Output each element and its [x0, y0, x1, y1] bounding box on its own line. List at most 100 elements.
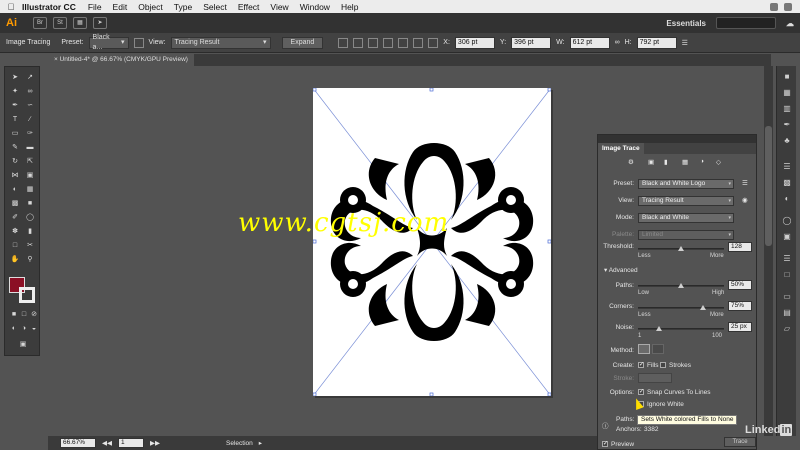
preset-select[interactable]: Black and White Logo ▾	[638, 179, 734, 189]
control-preset-select[interactable]: Black a... ▾	[88, 34, 129, 51]
fills-checkbox[interactable]: ✓	[638, 362, 644, 368]
black-and-white-icon[interactable]: ◑	[700, 158, 704, 165]
layers-icon[interactable]: ☰	[782, 254, 792, 264]
artboard-number-input[interactable]: 1	[118, 438, 144, 448]
traced-artwork[interactable]	[313, 88, 551, 396]
align-right-icon[interactable]	[368, 37, 379, 48]
shape-builder-tool-icon[interactable]: ◐	[9, 185, 21, 195]
y-input[interactable]: 396 pt	[511, 36, 552, 49]
swatches-icon[interactable]: ▥	[782, 104, 792, 114]
corners-slider-thumb[interactable]	[699, 305, 706, 310]
appearance-icon[interactable]: ◯	[782, 216, 792, 226]
pen-tool-icon[interactable]: ✒	[9, 101, 21, 111]
color-panel-icon[interactable]: ■	[782, 72, 792, 82]
align-icon[interactable]: ▭	[782, 292, 792, 302]
threshold-slider-thumb[interactable]	[678, 246, 684, 251]
preset-menu-icon[interactable]: ☰	[742, 179, 748, 187]
zoom-tool-icon[interactable]: ⚲	[24, 255, 36, 265]
width-tool-icon[interactable]: ⋈	[9, 171, 21, 181]
lasso-tool-icon[interactable]: ∞	[24, 87, 36, 97]
selection-tool-icon[interactable]: ➤	[9, 73, 21, 83]
view-source-eye-icon[interactable]: ◉	[742, 196, 748, 204]
link-icon[interactable]: ∞	[615, 39, 620, 46]
first-artboard-icon[interactable]: ◀◀	[102, 439, 112, 447]
low-color-icon[interactable]: ▮	[664, 158, 668, 166]
none-mode-icon[interactable]: ⊘	[28, 310, 40, 320]
screen-mode-icon[interactable]: ▣	[17, 340, 29, 350]
control-view-select[interactable]: Tracing Result ▾	[170, 36, 271, 49]
menu-select[interactable]: Select	[203, 2, 227, 12]
brushes-icon[interactable]: ✒	[782, 120, 792, 130]
align-middle-icon[interactable]	[398, 37, 409, 48]
blend-tool-icon[interactable]: ◯	[24, 213, 36, 223]
stock-search-input[interactable]	[716, 17, 776, 29]
view-select[interactable]: Tracing Result ▾	[638, 196, 734, 206]
auto-color-icon[interactable]: ⚙	[628, 158, 634, 166]
rectangle-tool-icon[interactable]: ▭	[9, 129, 21, 139]
menu-object[interactable]: Object	[138, 2, 163, 12]
noise-slider-thumb[interactable]	[655, 326, 662, 331]
symbol-sprayer-tool-icon[interactable]: ✽	[9, 227, 21, 237]
perspective-grid-tool-icon[interactable]: ▦	[24, 185, 36, 195]
symbols-icon[interactable]: ♣	[782, 136, 792, 146]
line-tool-icon[interactable]: ∕	[24, 115, 36, 125]
menu-window[interactable]: Window	[300, 2, 330, 12]
grayscale-icon[interactable]: ▦	[682, 158, 688, 166]
stroke-icon[interactable]: ☰	[782, 162, 792, 172]
zoom-input[interactable]: 66.67%	[60, 438, 96, 448]
graphic-styles-icon[interactable]: ▣	[782, 232, 792, 242]
panel-menu-icon[interactable]: ☰	[682, 39, 688, 47]
noise-input[interactable]: 25 px	[728, 322, 752, 332]
hand-tool-icon[interactable]: ✋	[9, 255, 21, 265]
align-center-icon[interactable]	[353, 37, 364, 48]
align-top-icon[interactable]	[383, 37, 394, 48]
close-icon[interactable]: ×	[54, 56, 58, 63]
x-input[interactable]: 306 pt	[454, 36, 495, 49]
artboard[interactable]	[313, 88, 551, 396]
curvature-tool-icon[interactable]: ∽	[24, 101, 36, 111]
rotate-tool-icon[interactable]: ↻	[9, 157, 21, 167]
paintbrush-tool-icon[interactable]: ✑	[24, 129, 36, 139]
stock-icon[interactable]: St	[53, 17, 67, 29]
canvas-vertical-scrollbar[interactable]	[764, 66, 773, 436]
free-transform-tool-icon[interactable]: ▣	[24, 171, 36, 181]
menu-help[interactable]: Help	[341, 2, 358, 12]
slice-tool-icon[interactable]: ✂	[24, 241, 36, 251]
w-input[interactable]: 612 pt	[569, 36, 610, 49]
document-tab[interactable]: × Untitled-4* @ 66.67% (CMYK/GPU Preview…	[48, 54, 194, 66]
paths-slider[interactable]	[638, 283, 724, 288]
apple-icon[interactable]: 	[0, 2, 22, 12]
creative-cloud-icon[interactable]: ☁	[786, 19, 794, 28]
transparency-icon[interactable]: ◐	[782, 194, 792, 204]
status-icon[interactable]	[784, 2, 792, 11]
gradient-icon[interactable]: ▩	[782, 178, 792, 188]
pathfinder-icon[interactable]: ▱	[782, 324, 792, 334]
h-input[interactable]: 792 pt	[636, 36, 677, 49]
expand-button[interactable]: Expand	[281, 36, 324, 49]
gradient-tool-icon[interactable]: ■	[24, 199, 36, 209]
artboards-icon[interactable]: □	[782, 270, 792, 280]
app-menu[interactable]: Illustrator CC	[22, 2, 76, 12]
menu-edit[interactable]: Edit	[113, 2, 128, 12]
magic-wand-tool-icon[interactable]: ✦	[9, 87, 21, 97]
align-left-icon[interactable]	[338, 37, 349, 48]
type-tool-icon[interactable]: T	[9, 115, 21, 125]
method-abutting-icon[interactable]	[638, 344, 650, 354]
draw-inside-icon[interactable]: ◒	[28, 324, 40, 334]
threshold-slider[interactable]	[638, 246, 724, 251]
eraser-tool-icon[interactable]: ▬	[24, 143, 36, 153]
corners-slider[interactable]	[638, 305, 724, 310]
color-guide-icon[interactable]: ▦	[782, 88, 792, 98]
menu-type[interactable]: Type	[174, 2, 192, 12]
next-artboard-icon[interactable]: ▶▶	[150, 439, 160, 447]
column-graph-tool-icon[interactable]: ▮	[24, 227, 36, 237]
bridge-icon[interactable]: Br	[33, 17, 47, 29]
threshold-input[interactable]: 128	[728, 242, 752, 252]
method-overlapping-icon[interactable]	[652, 344, 664, 354]
status-icon[interactable]	[770, 2, 778, 11]
image-trace-panel-icon[interactable]	[133, 37, 144, 48]
panel-header-bar[interactable]	[598, 135, 756, 143]
arrange-documents-icon[interactable]: ▦	[73, 17, 87, 29]
status-selection-label[interactable]: Selection	[226, 440, 253, 447]
stroke-swatch[interactable]	[19, 287, 35, 303]
